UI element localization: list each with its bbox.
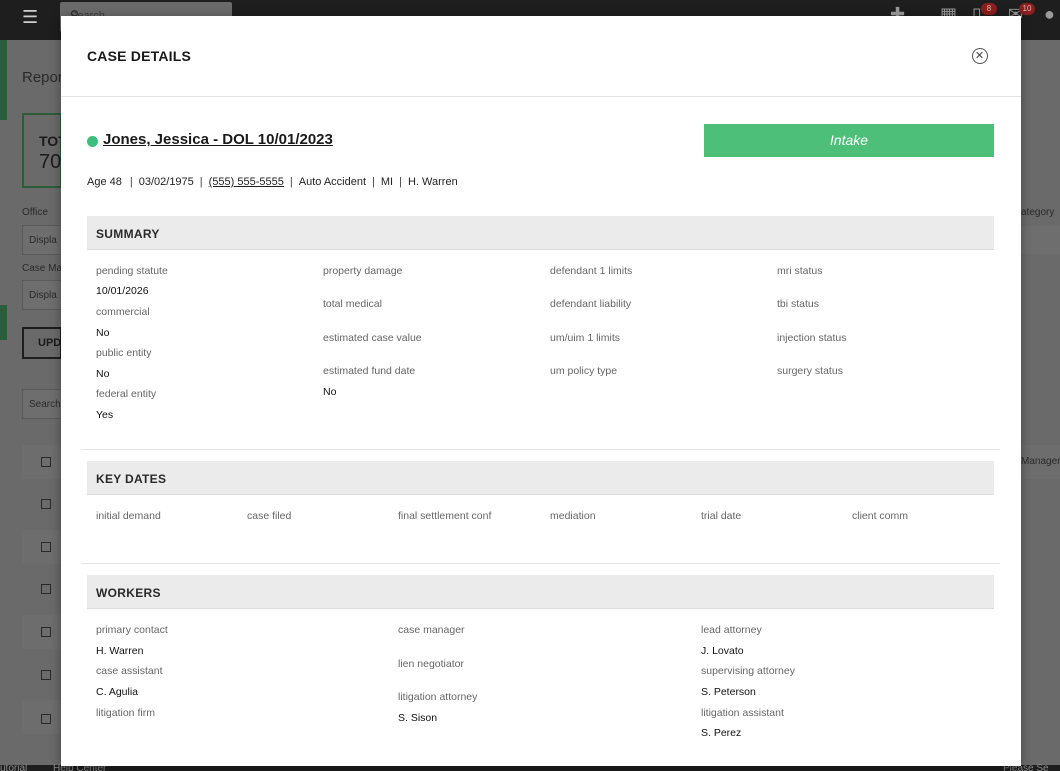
section-divider (81, 563, 1000, 564)
background-total-value: 70 (39, 151, 62, 173)
background-category-select[interactable] (1021, 226, 1060, 254)
row-checkbox[interactable] (41, 457, 51, 467)
mediation-label: mediation (550, 510, 596, 522)
primary-contact-value: H. Warren (96, 645, 144, 657)
total-medical-label: total medical (323, 298, 382, 310)
background-page-title: Repor (22, 69, 63, 86)
litigation-attorney-value: S. Sison (398, 712, 438, 724)
workers-section-header: WORKERS (87, 575, 994, 609)
pending-statute-label: pending statute (96, 265, 168, 277)
background-update-button[interactable]: UPD (22, 327, 62, 359)
case-assistant-value: C. Agulia (96, 686, 139, 698)
tbi-status-label: tbi status (777, 298, 820, 310)
initial-demand-label: initial demand (96, 510, 161, 522)
section-divider (81, 449, 1000, 450)
case-filed-label: case filed (247, 510, 292, 522)
primary-contact-label: primary contact (96, 624, 168, 636)
background-nav-accent-2 (0, 305, 7, 340)
estimated-fund-date-label: estimated fund date (323, 365, 416, 377)
case-age: Age 48 (87, 176, 122, 188)
key-dates-section-title: KEY DATES (96, 472, 167, 486)
summary-section-header: SUMMARY (87, 216, 994, 250)
property-damage-label: property damage (323, 265, 403, 277)
background-manager-header: Manager (1021, 456, 1060, 467)
federal-entity-label: federal entity (96, 388, 157, 400)
case-stage-badge: Intake (704, 124, 994, 157)
background-case-manager-value: Displa (29, 290, 57, 301)
user-icon[interactable]: ● (1044, 4, 1055, 25)
close-icon: ✕ (974, 50, 985, 62)
case-phone-link[interactable]: (555) 555-5555 (209, 176, 284, 188)
background-category-label: ategory (1021, 207, 1055, 218)
commercial-value: No (96, 327, 110, 339)
background-case-manager-select[interactable]: Displa (22, 280, 62, 310)
background-office-select[interactable]: Displa (22, 225, 62, 255)
row-checkbox[interactable] (41, 584, 51, 594)
um-uim-1-limits-label: um/uim 1 limits (550, 332, 621, 344)
background-case-manager-label: Case Ma (22, 263, 63, 274)
workers-section-title: WORKERS (96, 586, 161, 600)
background-nav-accent (0, 40, 7, 120)
lien-negotiator-label: lien negotiator (398, 658, 464, 670)
case-dob: 03/02/1975 (138, 176, 194, 188)
row-checkbox[interactable] (41, 670, 51, 680)
mri-status-label: mri status (777, 265, 823, 277)
case-name-link[interactable]: Jones, Jessica - DOL 10/01/2023 (103, 131, 333, 148)
defendant-liability-label: defendant liability (550, 298, 632, 310)
background-search-input[interactable]: Search (22, 389, 62, 419)
final-settlement-conf-label: final settlement conf (398, 510, 492, 522)
defendant-1-limits-label: defendant 1 limits (550, 265, 633, 277)
public-entity-value: No (96, 368, 110, 380)
row-checkbox[interactable] (41, 627, 51, 637)
case-state: MI (380, 176, 394, 188)
public-entity-label: public entity (96, 347, 152, 359)
mail-badge: 10 (1019, 3, 1035, 15)
litigation-firm-label: litigation firm (96, 707, 155, 719)
case-attorney: H. Warren (407, 176, 458, 188)
row-checkbox[interactable] (41, 499, 51, 509)
estimated-fund-date-value: No (323, 386, 337, 398)
case-type: Auto Accident (298, 176, 367, 188)
case-details-modal: CASE DETAILS ✕ Jones, Jessica - DOL 10/0… (61, 16, 1021, 766)
supervising-attorney-label: supervising attorney (701, 665, 795, 677)
key-dates-section-header: KEY DATES (87, 461, 994, 495)
background-office-label: Office (22, 207, 48, 218)
federal-entity-value: Yes (96, 409, 114, 421)
close-button[interactable]: ✕ (972, 48, 988, 64)
messages-badge: 8 (981, 3, 997, 15)
modal-title: CASE DETAILS (87, 48, 192, 64)
commercial-label: commercial (96, 306, 150, 318)
lead-attorney-value: J. Lovato (701, 645, 744, 657)
summary-section-title: SUMMARY (96, 227, 160, 241)
status-dot-icon (87, 136, 98, 147)
background-update-label: UPD (38, 337, 62, 349)
row-checkbox[interactable] (41, 542, 51, 552)
litigation-attorney-label: litigation attorney (398, 691, 478, 703)
lead-attorney-label: lead attorney (701, 624, 762, 636)
case-meta-line: Age 48 | 03/02/1975 | (555) 555-5555 | Auto Ac… (87, 176, 458, 188)
estimated-case-value-label: estimated case value (323, 332, 422, 344)
client-comm-label: client comm (852, 510, 909, 522)
background-search-value: Search (29, 399, 61, 410)
footer-tutorial-link[interactable]: utorial (0, 763, 27, 771)
supervising-attorney-value: S. Peterson (701, 686, 756, 698)
pending-statute-value: 10/01/2026 (96, 285, 149, 297)
case-manager-label: case manager (398, 624, 465, 636)
litigation-assistant-label: litigation assistant (701, 707, 784, 719)
hamburger-menu-icon[interactable]: ☰ (22, 8, 40, 26)
trial-date-label: trial date (701, 510, 742, 522)
um-policy-type-label: um policy type (550, 365, 618, 377)
row-checkbox[interactable] (41, 714, 51, 724)
litigation-assistant-value: S. Perez (701, 727, 742, 739)
surgery-status-label: surgery status (777, 365, 843, 377)
background-office-value: Displa (29, 235, 57, 246)
injection-status-label: injection status (777, 332, 847, 344)
case-assistant-label: case assistant (96, 665, 163, 677)
modal-header: CASE DETAILS ✕ (61, 16, 1021, 97)
background-total-card: TOT 70 (22, 113, 67, 188)
